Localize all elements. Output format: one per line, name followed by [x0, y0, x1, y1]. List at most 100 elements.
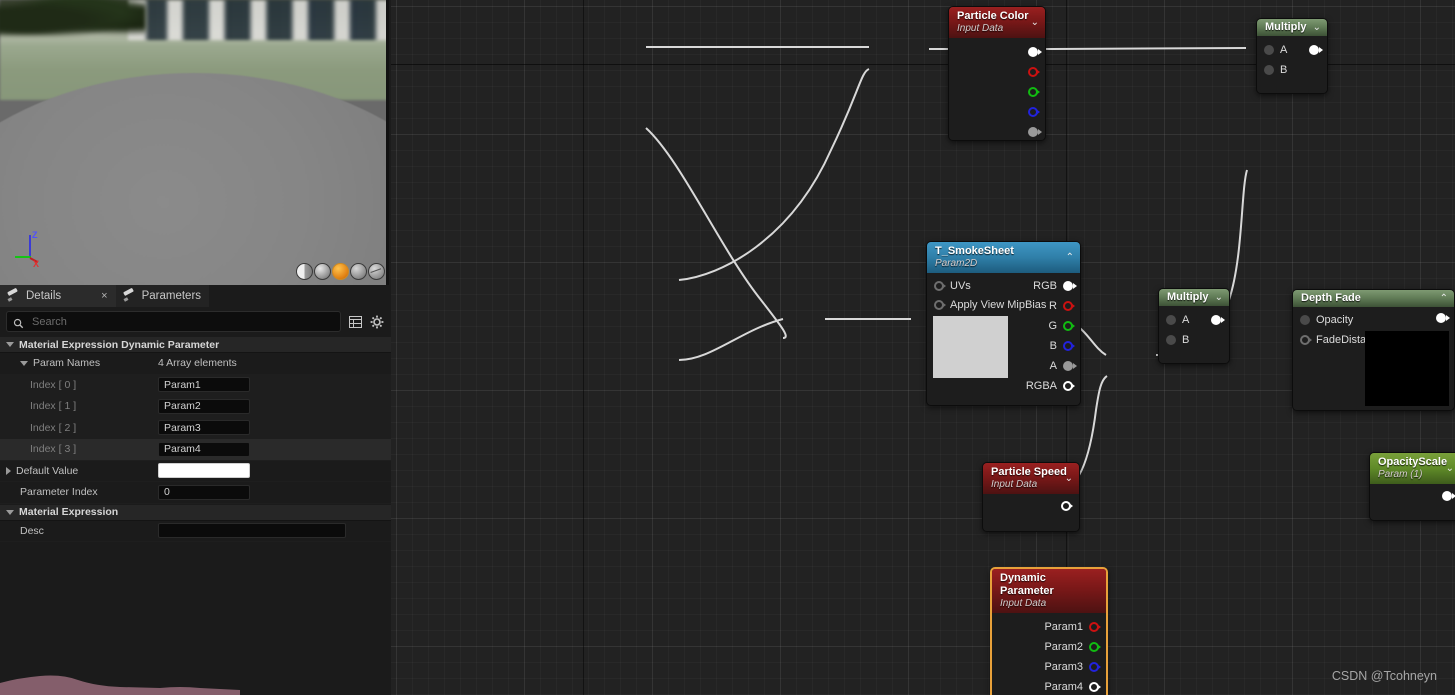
chevron-down-icon[interactable]: ⌄	[1065, 473, 1073, 484]
shape-sphere-selected-button[interactable]	[332, 263, 349, 280]
shape-sphere-button[interactable]	[314, 263, 331, 280]
chevron-down-icon[interactable]: ⌄	[1313, 22, 1321, 33]
node-header[interactable]: OpacityScale Param (1) ⌄	[1370, 453, 1455, 484]
output-pin[interactable]	[1061, 501, 1071, 511]
node-header[interactable]: Dynamic Parameter Input Data	[992, 569, 1106, 613]
property-row-index-2[interactable]: Index [ 2 ] Param3	[0, 417, 391, 439]
output-pin-g[interactable]	[1063, 321, 1073, 331]
node-particle-color[interactable]: Particle Color Input Data ⌄	[948, 6, 1046, 141]
property-row-default-value[interactable]: Default Value	[0, 461, 391, 482]
output-pin-row[interactable]	[949, 122, 1045, 140]
input-pin-b[interactable]	[1264, 65, 1274, 75]
close-icon[interactable]: ×	[101, 290, 107, 302]
section-header-material-expression-dynamic-parameter[interactable]: Material Expression Dynamic Parameter	[0, 336, 391, 353]
output-pin-rgb[interactable]	[1028, 47, 1038, 57]
node-header[interactable]: T_SmokeSheet Param2D ⌃	[927, 242, 1080, 273]
output-pin[interactable]	[1442, 491, 1452, 501]
output-pin-b[interactable]	[1028, 107, 1038, 117]
search-input[interactable]	[30, 314, 334, 329]
node-depth-fade[interactable]: Depth Fade ⌃ Opacity FadeDistance	[1292, 289, 1455, 411]
param-name-field[interactable]: Param1	[158, 377, 250, 393]
chevron-right-icon[interactable]	[6, 466, 11, 475]
node-t-smokesheet[interactable]: T_SmokeSheet Param2D ⌃ UVs Apply View Mi…	[926, 241, 1081, 406]
chevron-down-icon[interactable]: ⌄	[1031, 17, 1039, 28]
search-box[interactable]	[6, 311, 341, 332]
output-pin-row-param3[interactable]: Param3	[992, 657, 1106, 677]
property-row-parameter-index[interactable]: Parameter Index 0	[0, 482, 391, 504]
property-row-index-0[interactable]: Index [ 0 ] Param1	[0, 374, 391, 396]
output-pin-param2[interactable]	[1089, 642, 1099, 652]
input-pin-apply-view-mipbias[interactable]	[934, 299, 944, 310]
node-header[interactable]: Particle Color Input Data ⌄	[949, 7, 1045, 38]
node-particle-speed[interactable]: Particle Speed Input Data ⌄	[982, 462, 1080, 532]
output-pin-row-param4[interactable]: Param4	[992, 677, 1106, 695]
output-pin-row[interactable]	[949, 42, 1045, 62]
gear-icon[interactable]	[369, 314, 385, 330]
output-pin-row-a[interactable]: A	[1026, 356, 1073, 376]
output-pin-row-g[interactable]: G	[1026, 316, 1073, 336]
node-multiply-mid[interactable]: Multiply ⌄ A B	[1158, 288, 1230, 364]
output-pin-rgb[interactable]	[1063, 281, 1073, 291]
input-pin-row-opacity[interactable]: Opacity	[1293, 310, 1454, 330]
output-pin-row-r[interactable]: R	[1026, 296, 1073, 316]
output-pin-param1[interactable]	[1089, 622, 1099, 632]
input-pin-row-b[interactable]: B	[1257, 60, 1327, 80]
node-header[interactable]: Particle Speed Input Data ⌄	[983, 463, 1079, 494]
input-pin-fadedistance[interactable]	[1300, 335, 1310, 345]
shape-cylinder-button[interactable]	[296, 263, 313, 280]
input-pin-a[interactable]	[1264, 45, 1274, 55]
chevron-down-icon[interactable]: ⌄	[1446, 463, 1454, 474]
output-pin-row-rgb[interactable]: RGB	[1026, 276, 1073, 296]
property-row-index-1[interactable]: Index [ 1 ] Param2	[0, 396, 391, 418]
input-pin-a[interactable]	[1166, 315, 1176, 325]
output-pin-row-b[interactable]: B	[1026, 336, 1073, 356]
output-pin-row[interactable]	[949, 102, 1045, 122]
node-header[interactable]: Depth Fade ⌃	[1293, 290, 1454, 307]
output-pin-row-param1[interactable]: Param1	[992, 617, 1106, 637]
viewport-shape-selector[interactable]	[296, 263, 385, 280]
material-preview-viewport[interactable]: Z X	[0, 0, 389, 285]
output-pin-a[interactable]	[1028, 127, 1038, 137]
output-pin-r[interactable]	[1063, 301, 1073, 311]
param-name-field[interactable]: Param2	[158, 398, 250, 414]
output-pin-a[interactable]	[1063, 361, 1073, 371]
output-pin-row-rgba[interactable]: RGBA	[1026, 376, 1073, 396]
output-pin-row[interactable]	[949, 62, 1045, 82]
chevron-up-icon[interactable]: ⌃	[1066, 252, 1074, 263]
input-pin-uvs[interactable]	[934, 280, 944, 291]
parameter-index-field[interactable]: 0	[158, 484, 250, 500]
node-header[interactable]: Multiply ⌄	[1257, 19, 1327, 36]
output-pin-row-param2[interactable]: Param2	[992, 637, 1106, 657]
node-header[interactable]: Multiply ⌄	[1159, 289, 1229, 306]
output-pin-rgba[interactable]	[1063, 381, 1073, 391]
tab-parameters[interactable]: Parameters	[115, 285, 210, 307]
property-row-param-names[interactable]: Param Names 4 Array elements	[0, 353, 391, 375]
output-pin-row[interactable]	[949, 82, 1045, 102]
material-graph-canvas[interactable]: Particle Color Input Data ⌄ Multiply ⌄ A…	[391, 0, 1455, 695]
output-pin[interactable]	[1309, 45, 1319, 55]
param-name-field[interactable]: Param3	[158, 420, 250, 436]
section-header-material-expression[interactable]: Material Expression	[0, 503, 391, 521]
output-pin[interactable]	[1436, 313, 1446, 323]
node-multiply-top[interactable]: Multiply ⌄ A B	[1256, 18, 1328, 94]
input-pin-b[interactable]	[1166, 335, 1176, 345]
tab-details[interactable]: Details ×	[0, 285, 116, 307]
output-pin-g[interactable]	[1028, 87, 1038, 97]
color-swatch-field[interactable]	[158, 463, 250, 479]
output-pin-b[interactable]	[1063, 341, 1073, 351]
property-row-desc[interactable]: Desc	[0, 521, 391, 542]
param-name-field[interactable]: Param4	[158, 441, 250, 457]
shape-plane-button[interactable]	[350, 263, 367, 280]
output-pin-param4[interactable]	[1089, 682, 1099, 692]
column-layout-icon[interactable]	[347, 314, 363, 330]
desc-field[interactable]	[158, 523, 346, 539]
shape-custom-button[interactable]	[368, 263, 385, 280]
node-dynamic-parameter[interactable]: Dynamic Parameter Input Data Param1 Para…	[990, 567, 1108, 695]
output-pin-r[interactable]	[1028, 67, 1038, 77]
property-row-index-3[interactable]: Index [ 3 ] Param4	[0, 439, 391, 461]
output-pin-param3[interactable]	[1089, 662, 1099, 672]
input-pin-opacity[interactable]	[1300, 315, 1310, 325]
chevron-down-icon[interactable]: ⌄	[1215, 292, 1223, 303]
chevron-up-icon[interactable]: ⌃	[1440, 293, 1448, 304]
node-opacity-scale[interactable]: OpacityScale Param (1) ⌄	[1369, 452, 1455, 521]
